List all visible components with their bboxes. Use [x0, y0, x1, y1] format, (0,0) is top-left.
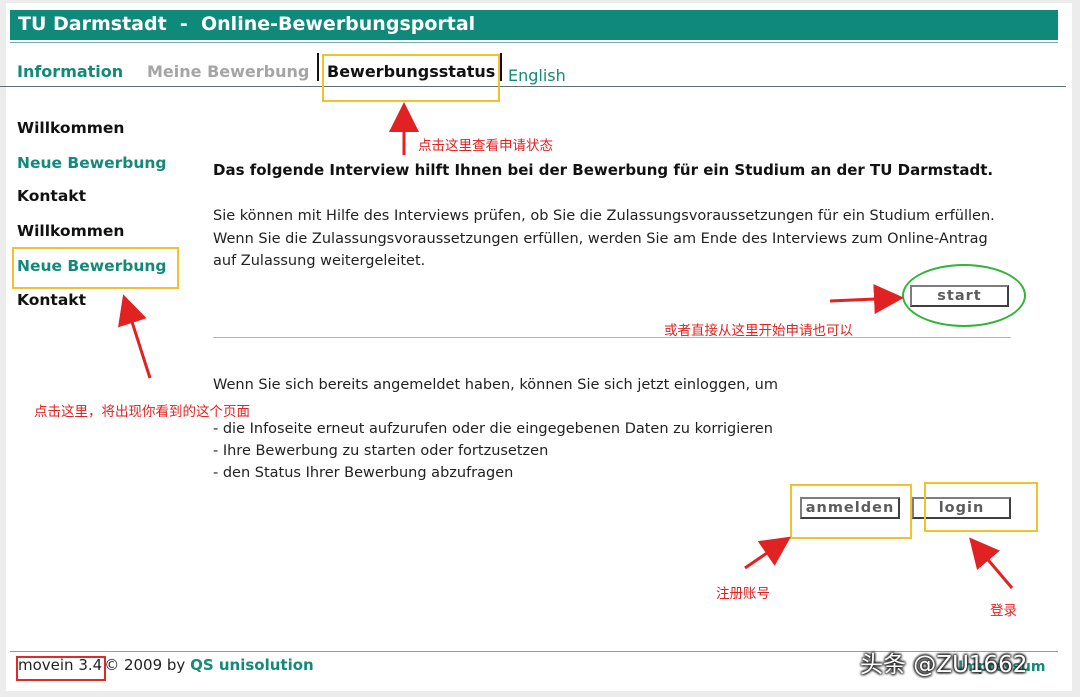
- login-bullet: - den Status Ihrer Bewerbung abzufragen: [213, 465, 514, 481]
- register-annotation: 注册账号: [716, 586, 770, 602]
- sidebar-item-kontakt[interactable]: Kontakt: [17, 187, 86, 205]
- company-name: QS unisolution: [190, 656, 314, 674]
- nav-divider: [0, 86, 1066, 87]
- sidebar-item-willkommen[interactable]: Willkommen: [17, 119, 124, 137]
- tab-separator: [317, 53, 319, 81]
- start-button[interactable]: start: [910, 285, 1009, 307]
- sidebar-item-willkommen[interactable]: Willkommen: [17, 222, 124, 240]
- header-divider: [10, 42, 1058, 43]
- intro-text-line: auf Zulassung weitergeleitet.: [213, 253, 426, 269]
- footer: movein 3.4 © 2009 by QS unisolution: [16, 656, 314, 674]
- tab-information[interactable]: Information: [17, 62, 123, 81]
- register-button[interactable]: anmelden: [800, 497, 900, 519]
- login-intro-text: Wenn Sie sich bereits angemeldet haben, …: [213, 377, 778, 393]
- status-annotation: 点击这里查看申请状态: [418, 138, 553, 154]
- page-heading: Das folgende Interview hilft Ihnen bei d…: [213, 161, 994, 179]
- watermark: 头条 @ZU1662: [860, 652, 1028, 678]
- copyright-text: © 2009 by: [104, 656, 191, 674]
- tab-meine-bewerbung[interactable]: Meine Bewerbung: [147, 62, 309, 81]
- login-bullet: - die Infoseite erneut aufzurufen oder d…: [213, 421, 773, 437]
- page-frame: [6, 3, 1072, 691]
- version-label: movein 3.4: [18, 656, 103, 674]
- login-bullet: - Ihre Bewerbung zu starten oder fortzus…: [213, 443, 549, 459]
- tab-english[interactable]: English: [508, 66, 566, 85]
- login-button[interactable]: login: [912, 497, 1011, 519]
- sidebar-annotation: 点击这里，将出现你看到的这个页面: [34, 404, 250, 420]
- start-annotation: 或者直接从这里开始申请也可以: [664, 323, 853, 339]
- sidebar-item-neue-bewerbung[interactable]: Neue Bewerbung: [17, 257, 167, 275]
- intro-text-line: Sie können mit Hilfe des Interviews prüf…: [213, 208, 995, 224]
- intro-text-line: Wenn Sie die Zulassungsvoraussetzungen e…: [213, 231, 988, 247]
- portal-title: TU Darmstadt - Online-Bewerbungsportal: [18, 13, 476, 35]
- header-bar: TU Darmstadt - Online-Bewerbungsportal: [10, 10, 1058, 40]
- login-annotation: 登录: [990, 603, 1017, 619]
- sidebar-item-neue-bewerbung[interactable]: Neue Bewerbung: [17, 154, 167, 172]
- section-divider: [213, 337, 1011, 338]
- sidebar-item-kontakt[interactable]: Kontakt: [17, 291, 86, 309]
- tab-bewerbungsstatus[interactable]: Bewerbungsstatus: [327, 62, 495, 81]
- tab-separator: [500, 53, 502, 81]
